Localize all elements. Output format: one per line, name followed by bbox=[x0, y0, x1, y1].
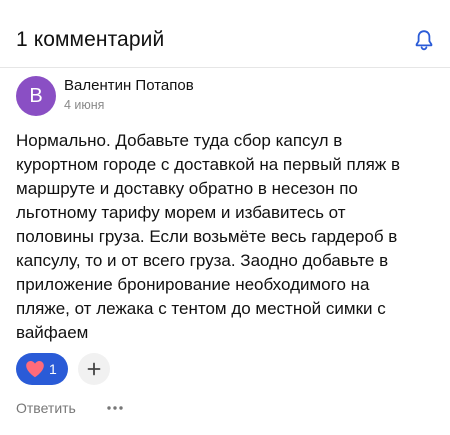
avatar[interactable]: В bbox=[16, 76, 56, 116]
comments-count-title: 1 комментарий bbox=[16, 28, 165, 51]
reaction-count: 1 bbox=[49, 361, 57, 377]
heart-icon bbox=[26, 361, 44, 378]
author-name[interactable]: Валентин Потапов bbox=[64, 77, 194, 94]
header-divider bbox=[0, 67, 450, 68]
more-horizontal-icon[interactable] bbox=[106, 398, 124, 418]
comment-footer: Ответить bbox=[16, 398, 123, 418]
comments-header: 1 комментарий bbox=[16, 26, 434, 54]
add-reaction-button[interactable] bbox=[78, 353, 110, 385]
heart-reaction-button[interactable]: 1 bbox=[16, 353, 68, 385]
comment-date: 4 июня bbox=[64, 98, 105, 112]
comment-text: Нормально. Добавьте туда сбор капсул в к… bbox=[16, 131, 400, 342]
plus-icon bbox=[87, 362, 101, 376]
bell-icon[interactable] bbox=[414, 29, 434, 51]
comment-author-row: В Валентин Потапов 4 июня bbox=[16, 76, 434, 116]
reply-button[interactable]: Ответить bbox=[16, 400, 76, 416]
